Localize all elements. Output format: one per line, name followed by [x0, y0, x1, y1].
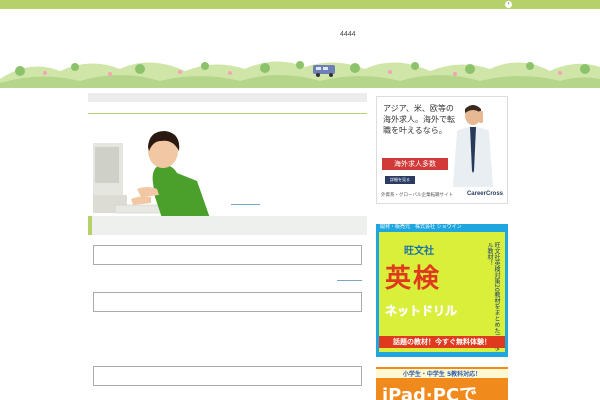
content-box-2	[93, 292, 362, 312]
businessman-image	[453, 105, 493, 187]
section-heading-bar	[88, 216, 367, 235]
boy-at-computer-image	[93, 125, 222, 221]
site-title[interactable]: 4444	[340, 31, 356, 38]
link-underline[interactable]	[231, 204, 260, 205]
ad-headline: アジア、米、欧等の海外求人。海外で転職を叶えるなら。	[383, 104, 455, 135]
site-banner[interactable]: 4444	[0, 9, 600, 88]
breadcrumb-bar	[88, 93, 367, 102]
ipad-ad[interactable]: 小学生・中学生 5教科対応！ iPad·PCで	[376, 367, 508, 400]
ad-panel: 旺文社 旺文社英検対策20教材をまとめたデジタル教材！ 英検 ネットドリル 話題…	[379, 232, 505, 352]
publisher-name: 旺文社	[404, 246, 434, 257]
ad-top-text: 小学生・中学生 5教科対応！	[376, 369, 508, 378]
content-box-1	[93, 245, 362, 265]
ad-details-button[interactable]: 詳細を見る	[385, 176, 415, 184]
ad-subtitle: ネットドリル	[385, 304, 458, 319]
ad-title: iPad·PCで	[382, 385, 478, 400]
ad-cta-bar[interactable]: 話題の教材！今すぐ無料体験！	[379, 336, 505, 348]
title-underline	[88, 113, 367, 114]
hills-illustration	[0, 61, 600, 88]
small-link[interactable]	[337, 280, 362, 281]
ad-title: 英検	[385, 264, 442, 294]
content-box-3	[93, 366, 362, 386]
chevron-right-icon[interactable]: ›	[505, 1, 512, 8]
careercross-ad[interactable]: アジア、米、欧等の海外求人。海外で転職を叶えるなら。 海外求人多数 詳細を見る …	[376, 96, 508, 204]
ad-header: 開発・販売元 株式会社 ショウイン	[380, 224, 462, 230]
eiken-ad[interactable]: 開発・販売元 株式会社 ショウイン 旺文社 旺文社英検対策20教材をまとめたデジ…	[376, 224, 508, 357]
ad-badge: 海外求人多数	[382, 158, 448, 170]
top-bar: ›	[0, 0, 600, 9]
ad-footer-text: 外資系・グローバル企業転職サイト	[381, 193, 453, 198]
careercross-logo: CareerCross	[466, 191, 503, 197]
